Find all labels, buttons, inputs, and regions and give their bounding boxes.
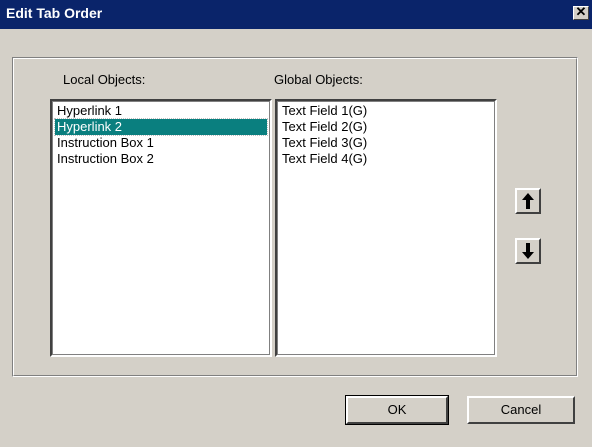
move-down-button[interactable] [515, 238, 541, 264]
close-icon: ✕ [575, 4, 587, 19]
dialog-title: Edit Tab Order [6, 5, 103, 21]
ok-button[interactable]: OK [345, 395, 449, 425]
list-item[interactable]: Text Field 4(G) [280, 151, 492, 167]
global-objects-items: Text Field 1(G) Text Field 2(G) Text Field… [277, 101, 495, 169]
list-item[interactable]: Instruction Box 2 [55, 151, 267, 167]
edit-tab-order-dialog: Edit Tab Order ✕ Local Objects: Global O… [0, 0, 592, 447]
list-item[interactable]: Hyperlink 1 [55, 103, 267, 119]
global-objects-label: Global Objects: [274, 72, 363, 87]
list-item[interactable]: Instruction Box 1 [55, 135, 267, 151]
list-item[interactable]: Hyperlink 2 [54, 118, 268, 136]
list-item[interactable]: Text Field 3(G) [280, 135, 492, 151]
arrow-up-icon [522, 193, 534, 209]
local-objects-items: Hyperlink 1 Hyperlink 2 Instruction Box 1I… [52, 101, 270, 169]
close-button[interactable]: ✕ [573, 4, 589, 20]
cancel-button[interactable]: Cancel [467, 396, 575, 424]
list-item[interactable]: Text Field 2(G) [280, 119, 492, 135]
list-item[interactable]: Text Field 1(G) [280, 103, 492, 119]
title-bar[interactable]: Edit Tab Order ✕ [0, 0, 592, 29]
arrow-down-icon [522, 243, 534, 259]
move-up-button[interactable] [515, 188, 541, 214]
global-objects-list[interactable]: Text Field 1(G) Text Field 2(G) Text Field… [275, 99, 497, 357]
local-objects-list[interactable]: Hyperlink 1 Hyperlink 2 Instruction Box 1I… [50, 99, 272, 357]
local-objects-label: Local Objects: [63, 72, 146, 87]
